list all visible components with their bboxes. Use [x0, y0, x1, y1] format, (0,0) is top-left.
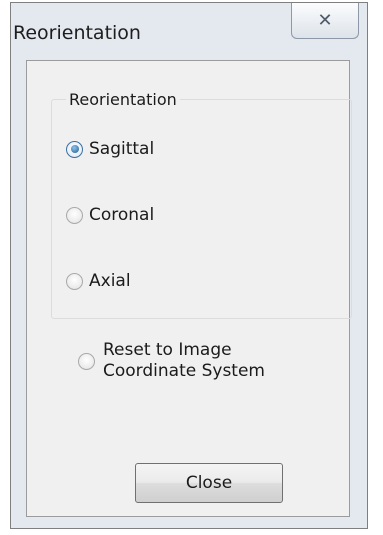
dialog-client-area: Reorientation Sagittal Coronal Axial Res… [26, 60, 352, 517]
window-close-button[interactable]: ✕ [291, 3, 359, 39]
radio-sagittal-label: Sagittal [89, 139, 155, 159]
dialog-title: Reorientation [13, 22, 141, 44]
radio-option-axial[interactable]: Axial [66, 271, 131, 291]
radio-option-reset[interactable]: Reset to Image Coordinate System [78, 340, 265, 382]
reset-label-line1: Reset to Image [103, 340, 232, 360]
radio-option-coronal[interactable]: Coronal [66, 205, 154, 225]
radio-axial-indicator[interactable] [66, 272, 83, 290]
close-icon: ✕ [317, 10, 333, 31]
radio-axial-label: Axial [89, 271, 131, 291]
radio-coronal-indicator[interactable] [66, 206, 83, 224]
groupbox-legend: Reorientation [66, 90, 180, 109]
close-button[interactable]: Close [135, 463, 283, 503]
radio-reset-indicator[interactable] [78, 352, 95, 370]
reorientation-dialog: Reorientation ✕ Reorientation Sagittal C… [10, 2, 368, 529]
radio-reset-label: Reset to Image Coordinate System [103, 340, 265, 382]
reorientation-groupbox: Reorientation Sagittal Coronal Axial [51, 90, 352, 319]
radio-option-sagittal[interactable]: Sagittal [66, 139, 154, 159]
reset-label-line2: Coordinate System [103, 361, 265, 381]
radio-coronal-label: Coronal [89, 205, 155, 225]
radio-sagittal-indicator[interactable] [66, 140, 83, 158]
radio-selected-dot [70, 145, 79, 153]
